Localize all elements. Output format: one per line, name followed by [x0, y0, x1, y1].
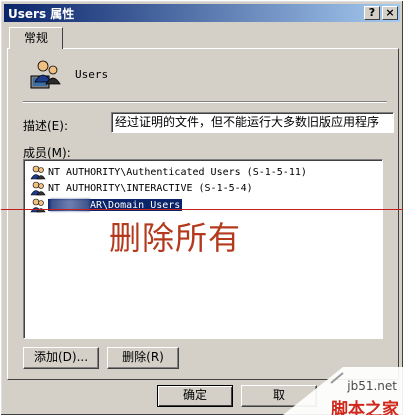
group-icon: [30, 60, 61, 89]
window-title: Users 属性: [8, 6, 75, 21]
ok-button[interactable]: 确定: [157, 385, 233, 407]
list-item[interactable]: NT AUTHORITY\INTERACTIVE (S-1-5-4): [30, 180, 253, 196]
properties-dialog: Users 属性 ? × 常规 Users 描述(E): 经过证明的文件，但不能…: [0, 0, 404, 416]
member-name: NT AUTHORITY\Authenticated Users (S-1-5-…: [48, 166, 307, 178]
annotation-line: [1, 209, 403, 210]
list-item[interactable]: NT AUTHORITY\Authenticated Users (S-1-5-…: [30, 164, 307, 180]
group-name: Users: [75, 68, 109, 81]
watermark-url: jb51.net: [347, 379, 397, 393]
separator: [23, 101, 387, 103]
description-field[interactable]: 经过证明的文件，但不能运行大多数旧版应用程序: [111, 112, 394, 133]
close-button[interactable]: ×: [382, 6, 398, 20]
list-item-selected[interactable]: AR\Domain Users: [30, 197, 183, 213]
user-group-icon: [30, 181, 46, 195]
watermark-name: 脚本之家: [331, 400, 399, 416]
annotation-text: 删除所有: [109, 219, 242, 257]
tab-general[interactable]: 常规: [9, 27, 63, 49]
remove-button[interactable]: 删除(R): [107, 347, 179, 369]
title-bar[interactable]: Users 属性 ? ×: [4, 4, 400, 22]
description-label: 描述(E):: [23, 119, 68, 133]
add-button[interactable]: 添加(D)...: [23, 347, 99, 369]
user-group-icon: [30, 198, 46, 212]
help-button[interactable]: ?: [364, 6, 380, 20]
user-group-icon: [30, 165, 46, 179]
member-name: NT AUTHORITY\INTERACTIVE (S-1-5-4): [48, 182, 253, 194]
